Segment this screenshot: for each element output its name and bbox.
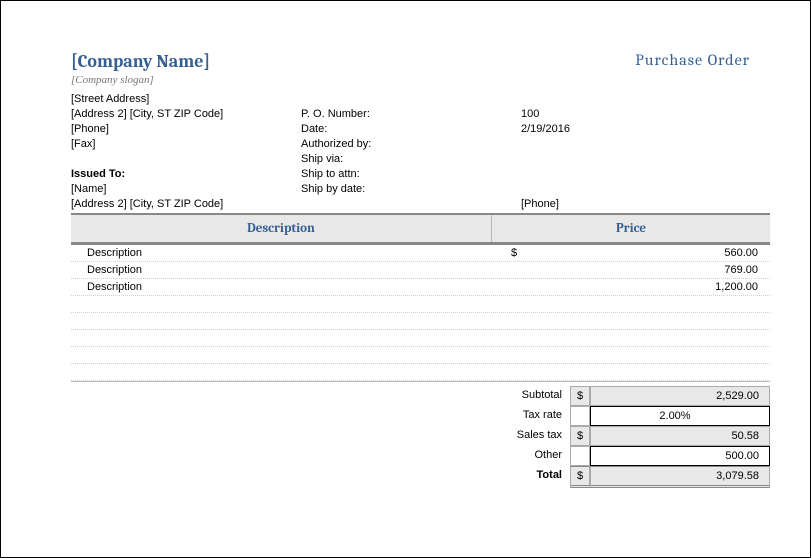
po-shipvia-label: Ship via: xyxy=(301,152,521,166)
total-label: Total xyxy=(480,466,570,488)
purchase-order-sheet: [Company Name] Purchase Order [Company s… xyxy=(1,1,810,508)
document-title: Purchase Order xyxy=(635,51,770,69)
po-shipby-label: Ship by date: xyxy=(301,182,521,196)
po-authorized-value xyxy=(521,137,770,151)
po-number-label: P. O. Number: xyxy=(301,107,521,121)
issued-phone: [Phone] xyxy=(521,197,770,211)
line-items-table: Description Price Description$560.00Desc… xyxy=(71,213,770,382)
issued-address: [Address 2] [City, ST ZIP Code] xyxy=(71,197,301,211)
po-shipby-value xyxy=(521,182,770,196)
po-shipattn-label: Ship to attn: xyxy=(301,167,521,181)
cell-description: Description xyxy=(71,247,507,259)
table-row xyxy=(71,313,770,330)
cell-price: 769.00 xyxy=(531,264,770,276)
taxrate-label: Tax rate xyxy=(480,406,570,426)
subtotal-currency: $ xyxy=(570,386,590,406)
table-row: Description 769.00 xyxy=(71,262,770,279)
table-row xyxy=(71,347,770,364)
po-shipvia-value xyxy=(521,152,770,166)
cell-description: Description xyxy=(71,264,507,276)
cell-price: 1,200.00 xyxy=(531,281,770,293)
table-row: Description$560.00 xyxy=(71,245,770,262)
salestax-currency: $ xyxy=(570,426,590,446)
cell-description: Description xyxy=(71,281,507,293)
total-value: 3,079.58 xyxy=(590,466,770,488)
info-grid: [Street Address] [Address 2] [City, ST Z… xyxy=(71,92,770,211)
col-header-description: Description xyxy=(71,215,492,242)
issued-name: [Name] xyxy=(71,182,301,196)
totals-section: Subtotal $ 2,529.00 Tax rate 2.00% Sales… xyxy=(71,386,770,488)
table-row xyxy=(71,296,770,313)
table-body: Description$560.00Description769.00Descr… xyxy=(71,244,770,381)
salestax-label: Sales tax xyxy=(480,426,570,446)
table-header: Description Price xyxy=(71,215,770,244)
header-row: [Company Name] Purchase Order xyxy=(71,51,770,72)
total-currency: $ xyxy=(570,466,590,488)
po-date-label: Date: xyxy=(301,122,521,136)
salestax-value: 50.58 xyxy=(590,426,770,446)
subtotal-value: 2,529.00 xyxy=(590,386,770,406)
company-street: [Street Address] xyxy=(71,92,301,106)
company-name: [Company Name] xyxy=(71,51,210,72)
company-phone: [Phone] xyxy=(71,122,301,136)
other-label: Other xyxy=(480,446,570,466)
company-slogan: [Company slogan] xyxy=(71,74,770,86)
cell-price: 560.00 xyxy=(531,247,770,259)
other-value[interactable]: 500.00 xyxy=(590,446,770,466)
issued-to-label: Issued To: xyxy=(71,167,301,181)
company-fax: [Fax] xyxy=(71,137,301,151)
taxrate-value[interactable]: 2.00% xyxy=(590,406,770,426)
po-shipattn-value xyxy=(521,167,770,181)
col-header-price: Price xyxy=(492,215,770,242)
company-address2: [Address 2] [City, ST ZIP Code] xyxy=(71,107,301,121)
po-number-value: 100 xyxy=(521,107,770,121)
table-row: Description 1,200.00 xyxy=(71,279,770,296)
table-row xyxy=(71,364,770,381)
po-authorized-label: Authorized by: xyxy=(301,137,521,151)
subtotal-label: Subtotal xyxy=(480,386,570,406)
cell-currency: $ xyxy=(507,247,531,259)
po-date-value: 2/19/2016 xyxy=(521,122,770,136)
table-row xyxy=(71,330,770,347)
